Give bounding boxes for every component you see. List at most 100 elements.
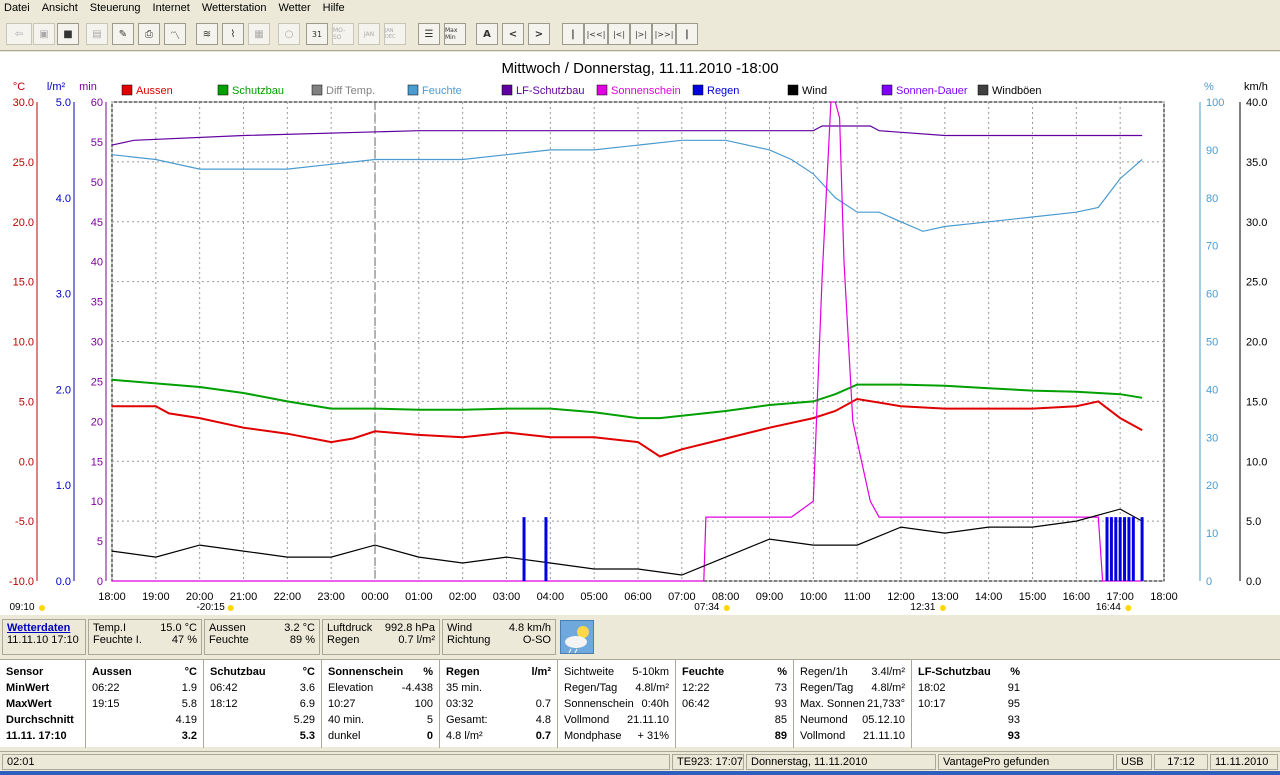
sonnen-elev: -4.438 — [401, 682, 433, 694]
table-icon[interactable]: ▦ — [248, 23, 270, 45]
forward2-button[interactable]: |>>| — [652, 23, 676, 45]
left-axis-tick: 20.0 — [13, 217, 34, 229]
status-day: 11.11.2010 — [1210, 754, 1278, 770]
vollmond2-label: Vollmond — [800, 730, 846, 742]
neumond-label: Neumond — [800, 714, 848, 726]
save-disk-icon[interactable]: ■ — [57, 23, 79, 45]
legend-swatch — [977, 84, 989, 96]
right-axis-tick: 60 — [1206, 289, 1218, 301]
rewind1-button[interactable]: |<| — [608, 23, 630, 45]
legend-label: Schutzbau — [232, 85, 284, 97]
calendar-31-icon[interactable]: 31 — [306, 23, 328, 45]
legend-swatch — [311, 84, 323, 96]
x-tick-label: 00:00 — [361, 591, 389, 603]
print-icon[interactable]: ⎙ — [138, 23, 160, 45]
feuchte-current: 89 — [774, 730, 787, 742]
luftdruck-label: Luftdruck — [327, 622, 373, 634]
lfschutzbau-avg: 93 — [1007, 714, 1020, 726]
circle-icon[interactable]: ○ — [278, 23, 300, 45]
schutzbau-head: Schutzbau — [210, 666, 266, 678]
a-button[interactable]: A — [476, 23, 498, 45]
tempi-value: 15.0 °C — [160, 622, 197, 634]
left-axis-tick: 25.0 — [13, 157, 34, 169]
outdoor-box: Aussen 3.2 °C Feuchte 89 % — [204, 619, 320, 655]
x-tick-label: 10:00 — [800, 591, 828, 603]
vollmond-value: 21.11.10 — [626, 714, 669, 726]
right-axis-tick: 100 — [1206, 97, 1224, 109]
menu-datei[interactable]: Datei — [4, 2, 30, 14]
left-axis-tick: 35 — [91, 297, 103, 309]
menu-ansicht[interactable]: Ansicht — [42, 2, 78, 14]
legend-swatch — [217, 84, 229, 96]
right-axis-tick: 35.0 — [1246, 157, 1267, 169]
save-icon[interactable]: ▣ — [33, 23, 55, 45]
last-button[interactable]: | — [676, 23, 698, 45]
regen-head: Regen — [446, 666, 480, 678]
x-tick-label: 14:00 — [975, 591, 1003, 603]
sonnenschein-column: Sonnenschein% Elevation -4.438 10:27 100 4… — [322, 660, 440, 748]
graph2-icon[interactable]: ⌇ — [222, 23, 244, 45]
rewind2-button[interactable]: |<<| — [584, 23, 608, 45]
indoor-box: Temp.I 15.0 °C Feuchte I. 47 % — [88, 619, 202, 655]
lfschutzbau-min: 91 — [1007, 682, 1020, 694]
edit-icon[interactable]: ✎ — [112, 23, 134, 45]
wetterdaten-time: 11.11.10 17:10 — [7, 634, 79, 646]
left-axis-tick: 5.0 — [56, 97, 71, 109]
left-axis-tick: 30 — [91, 337, 103, 349]
month-icon[interactable]: JAN — [358, 23, 380, 45]
legend-swatch — [881, 84, 893, 96]
menu-wetterstation[interactable]: Wetterstation — [202, 2, 267, 14]
sun-marker-icon — [227, 605, 234, 611]
time-marker-label: -20:15 — [196, 602, 225, 613]
year-icon[interactable]: JAN DEC — [384, 23, 406, 45]
chart-icon[interactable]: 〽 — [164, 23, 186, 45]
menu-internet[interactable]: Internet — [153, 2, 190, 14]
left-axis-tick: 10 — [91, 496, 103, 508]
lfschutzbau-min-time: 18:02 — [918, 682, 946, 694]
minmax-icon[interactable]: Max Min — [444, 23, 466, 45]
pressure-box: Luftdruck 992.8 hPa Regen 0.7 l/m² — [322, 619, 440, 655]
x-tick-label: 21:00 — [230, 591, 258, 603]
left-axis-tick: 0.0 — [19, 456, 34, 468]
report-icon[interactable]: ▤ — [86, 23, 108, 45]
regen-max-time: 03:32 — [446, 698, 474, 710]
left-axis-tick: 25 — [91, 376, 103, 388]
feuchte-label: Feuchte — [209, 634, 249, 646]
back-icon[interactable]: ⇦ — [6, 23, 32, 45]
regen1h-column: Regen/1h 3.4l/m² Regen/Tag 4.8l/m² Max. So… — [794, 660, 912, 748]
schutzbau-min: 3.6 — [299, 682, 315, 694]
sun-marker-icon — [939, 605, 946, 611]
x-tick-label: 19:00 — [142, 591, 170, 603]
list-icon[interactable]: ☰ — [418, 23, 440, 45]
right-axis-tick: 10 — [1206, 528, 1218, 540]
first-button[interactable]: | — [562, 23, 584, 45]
aussen-min: 1.9 — [181, 682, 197, 694]
sensor-head: Sensor — [6, 666, 44, 678]
menu-hilfe[interactable]: Hilfe — [323, 2, 345, 14]
week-icon[interactable]: MO-SO — [332, 23, 354, 45]
legend-label: Diff Temp. — [326, 85, 375, 97]
feuchte-max: 93 — [774, 698, 787, 710]
lfschutzbau-head: LF-Schutzbau — [918, 666, 991, 678]
wetterdaten-link[interactable]: Wetterdaten — [7, 622, 81, 634]
right-axis-tick: 80 — [1206, 193, 1218, 205]
menu-wetter[interactable]: Wetter — [278, 2, 310, 14]
left-axis-unit: min — [79, 81, 97, 93]
legend-label: Feuchte — [422, 85, 462, 97]
x-tick-label: 18:00 — [1150, 591, 1178, 603]
weather-chart: 18:00 19:00 20:00 21:00 22:00 23:00 00:00 01:00… — [9, 81, 1268, 613]
feuchte-min: 73 — [774, 682, 787, 694]
sicht-label: Sichtweite — [564, 666, 615, 678]
forward1-button[interactable]: |>| — [630, 23, 652, 45]
right-axis-tick: 90 — [1206, 145, 1218, 157]
aussen-avg: 4.19 — [175, 714, 197, 726]
left-axis-tick: 0 — [97, 576, 103, 588]
graph-icon[interactable]: ≋ — [196, 23, 218, 45]
vollmond-label: Vollmond — [564, 714, 610, 726]
regentag-value: 4.8l/m² — [635, 682, 669, 694]
prev-button[interactable]: < — [502, 23, 524, 45]
legend-label: LF-Schutzbau — [516, 85, 584, 97]
statistics-table: Sensor MinWert MaxWert Durchschnitt 11.1… — [0, 659, 1280, 748]
next-button[interactable]: > — [528, 23, 550, 45]
menu-steuerung[interactable]: Steuerung — [90, 2, 141, 14]
